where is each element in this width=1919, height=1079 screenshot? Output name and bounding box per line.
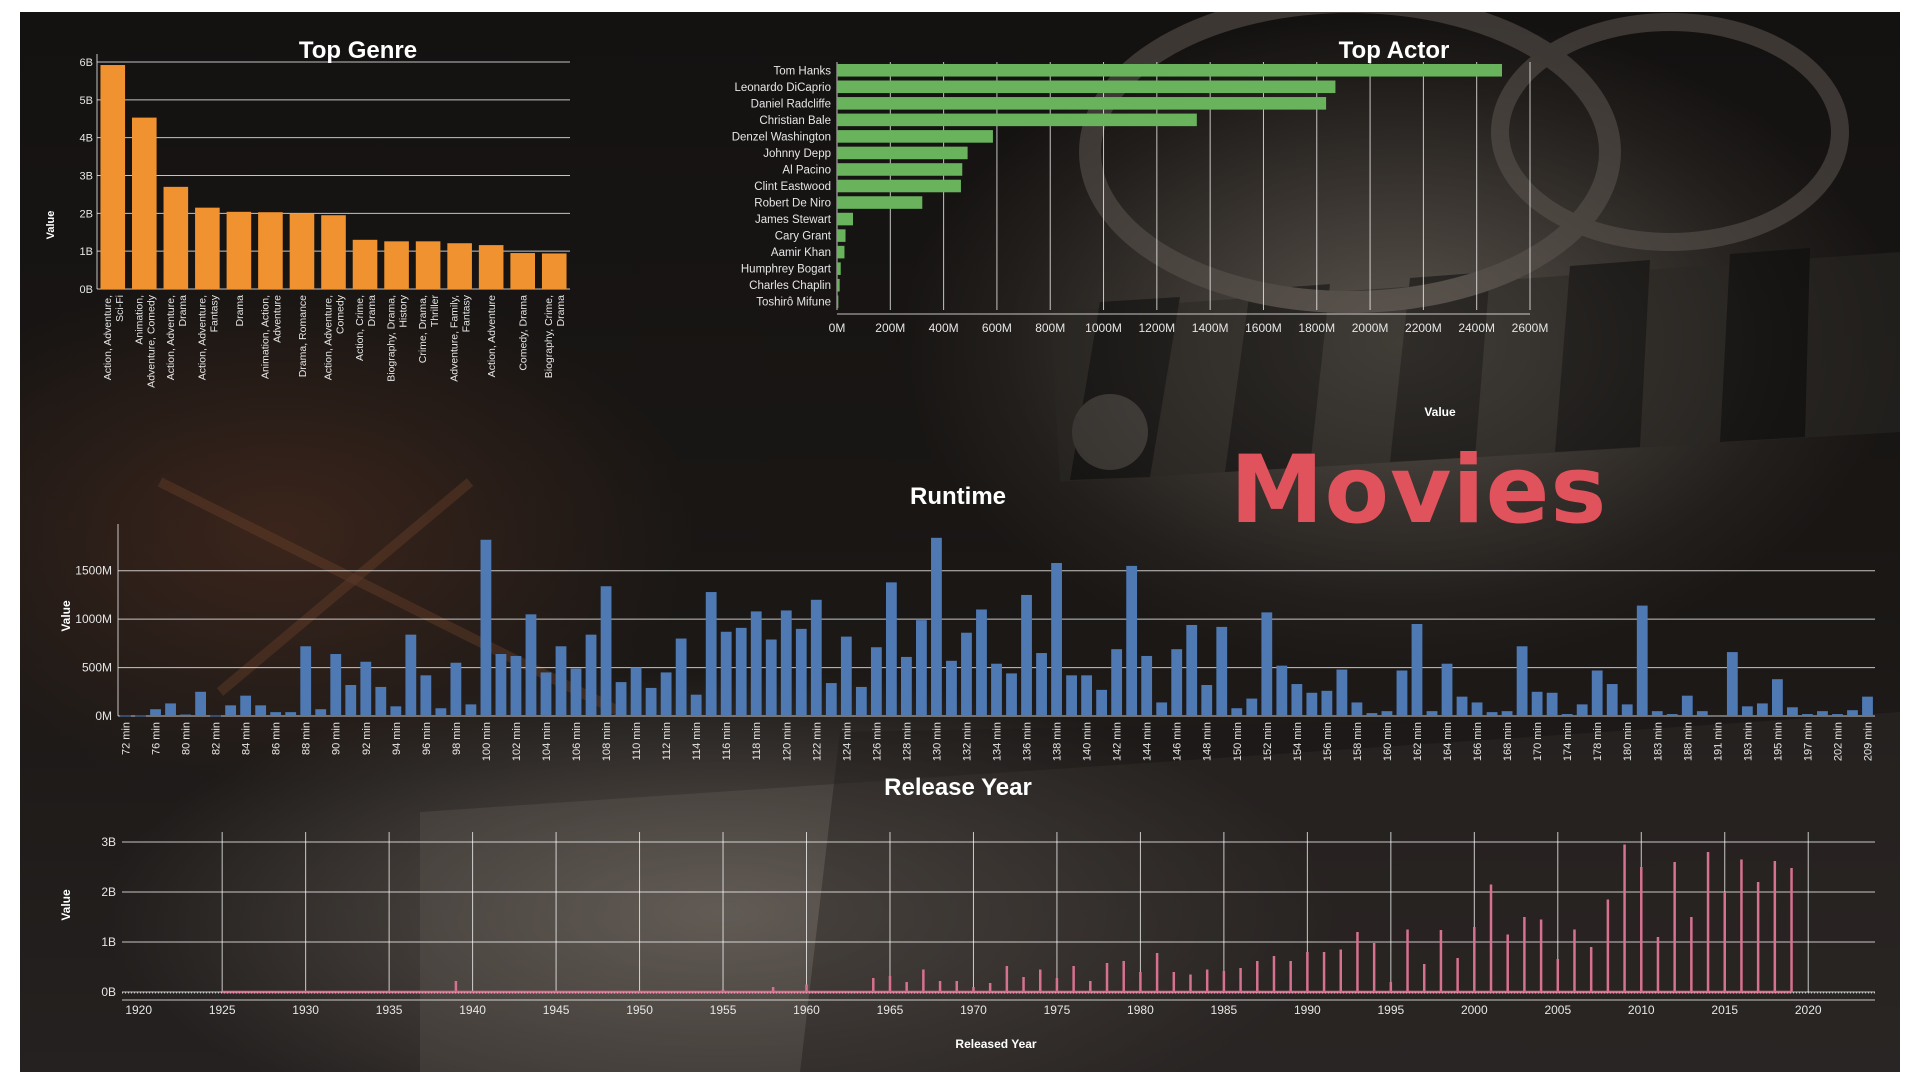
x-tick-label: 2020 [1795,1003,1822,1017]
x-tick-label: 2005 [1544,1003,1571,1017]
x-tick-label: 2010 [1628,1003,1655,1017]
y-tick-label: 2B [101,885,116,899]
x-tick-label: 1995 [1377,1003,1404,1017]
x-tick-label: 1950 [626,1003,653,1017]
x-tick-label: 1935 [376,1003,403,1017]
release-year-title: Release Year [884,774,1032,801]
x-tick-label: 1990 [1294,1003,1321,1017]
y-tick-label: 1B [101,935,116,949]
release-year-chart: Release Year Value Released Year 0B 1B 2B 3… [59,774,1875,1051]
x-tick-label: 1970 [960,1003,987,1017]
x-tick-label: 1955 [710,1003,737,1017]
x-tick-label: 2015 [1711,1003,1738,1017]
release-year-spikes [122,844,1875,994]
x-tick-label: 1940 [459,1003,486,1017]
dashboard-canvas: Top Genre Value 0B 1B 2B 3B 4B 5B 6B Action, A… [20,12,1900,1072]
x-tick-label: 1980 [1127,1003,1154,1017]
x-tick-label: 2000 [1461,1003,1488,1017]
x-tick-label: 1925 [209,1003,236,1017]
release-year-gridlines [122,832,1875,1001]
x-tick-label: 1985 [1211,1003,1238,1017]
release-year-x-ticks: 1920 1925 1930 1935 1940 1945 1950 1955 1960 1965… [125,1003,1822,1017]
x-tick-label: 1930 [292,1003,319,1017]
x-tick-label: 1920 [125,1003,152,1017]
release-year-x-axis-title: Released Year [955,1037,1037,1051]
x-tick-label: 1975 [1044,1003,1071,1017]
x-tick-label: 1965 [877,1003,904,1017]
dashboard-heading: Movies [1230,436,1608,545]
x-tick-label: 1945 [543,1003,570,1017]
y-tick-label: 3B [101,835,116,849]
x-tick-label: 1960 [793,1003,820,1017]
y-tick-label: 0B [101,985,116,999]
release-year-y-ticks: 0B 1B 2B 3B [101,835,116,999]
release-year-y-axis-title: Value [59,889,73,921]
